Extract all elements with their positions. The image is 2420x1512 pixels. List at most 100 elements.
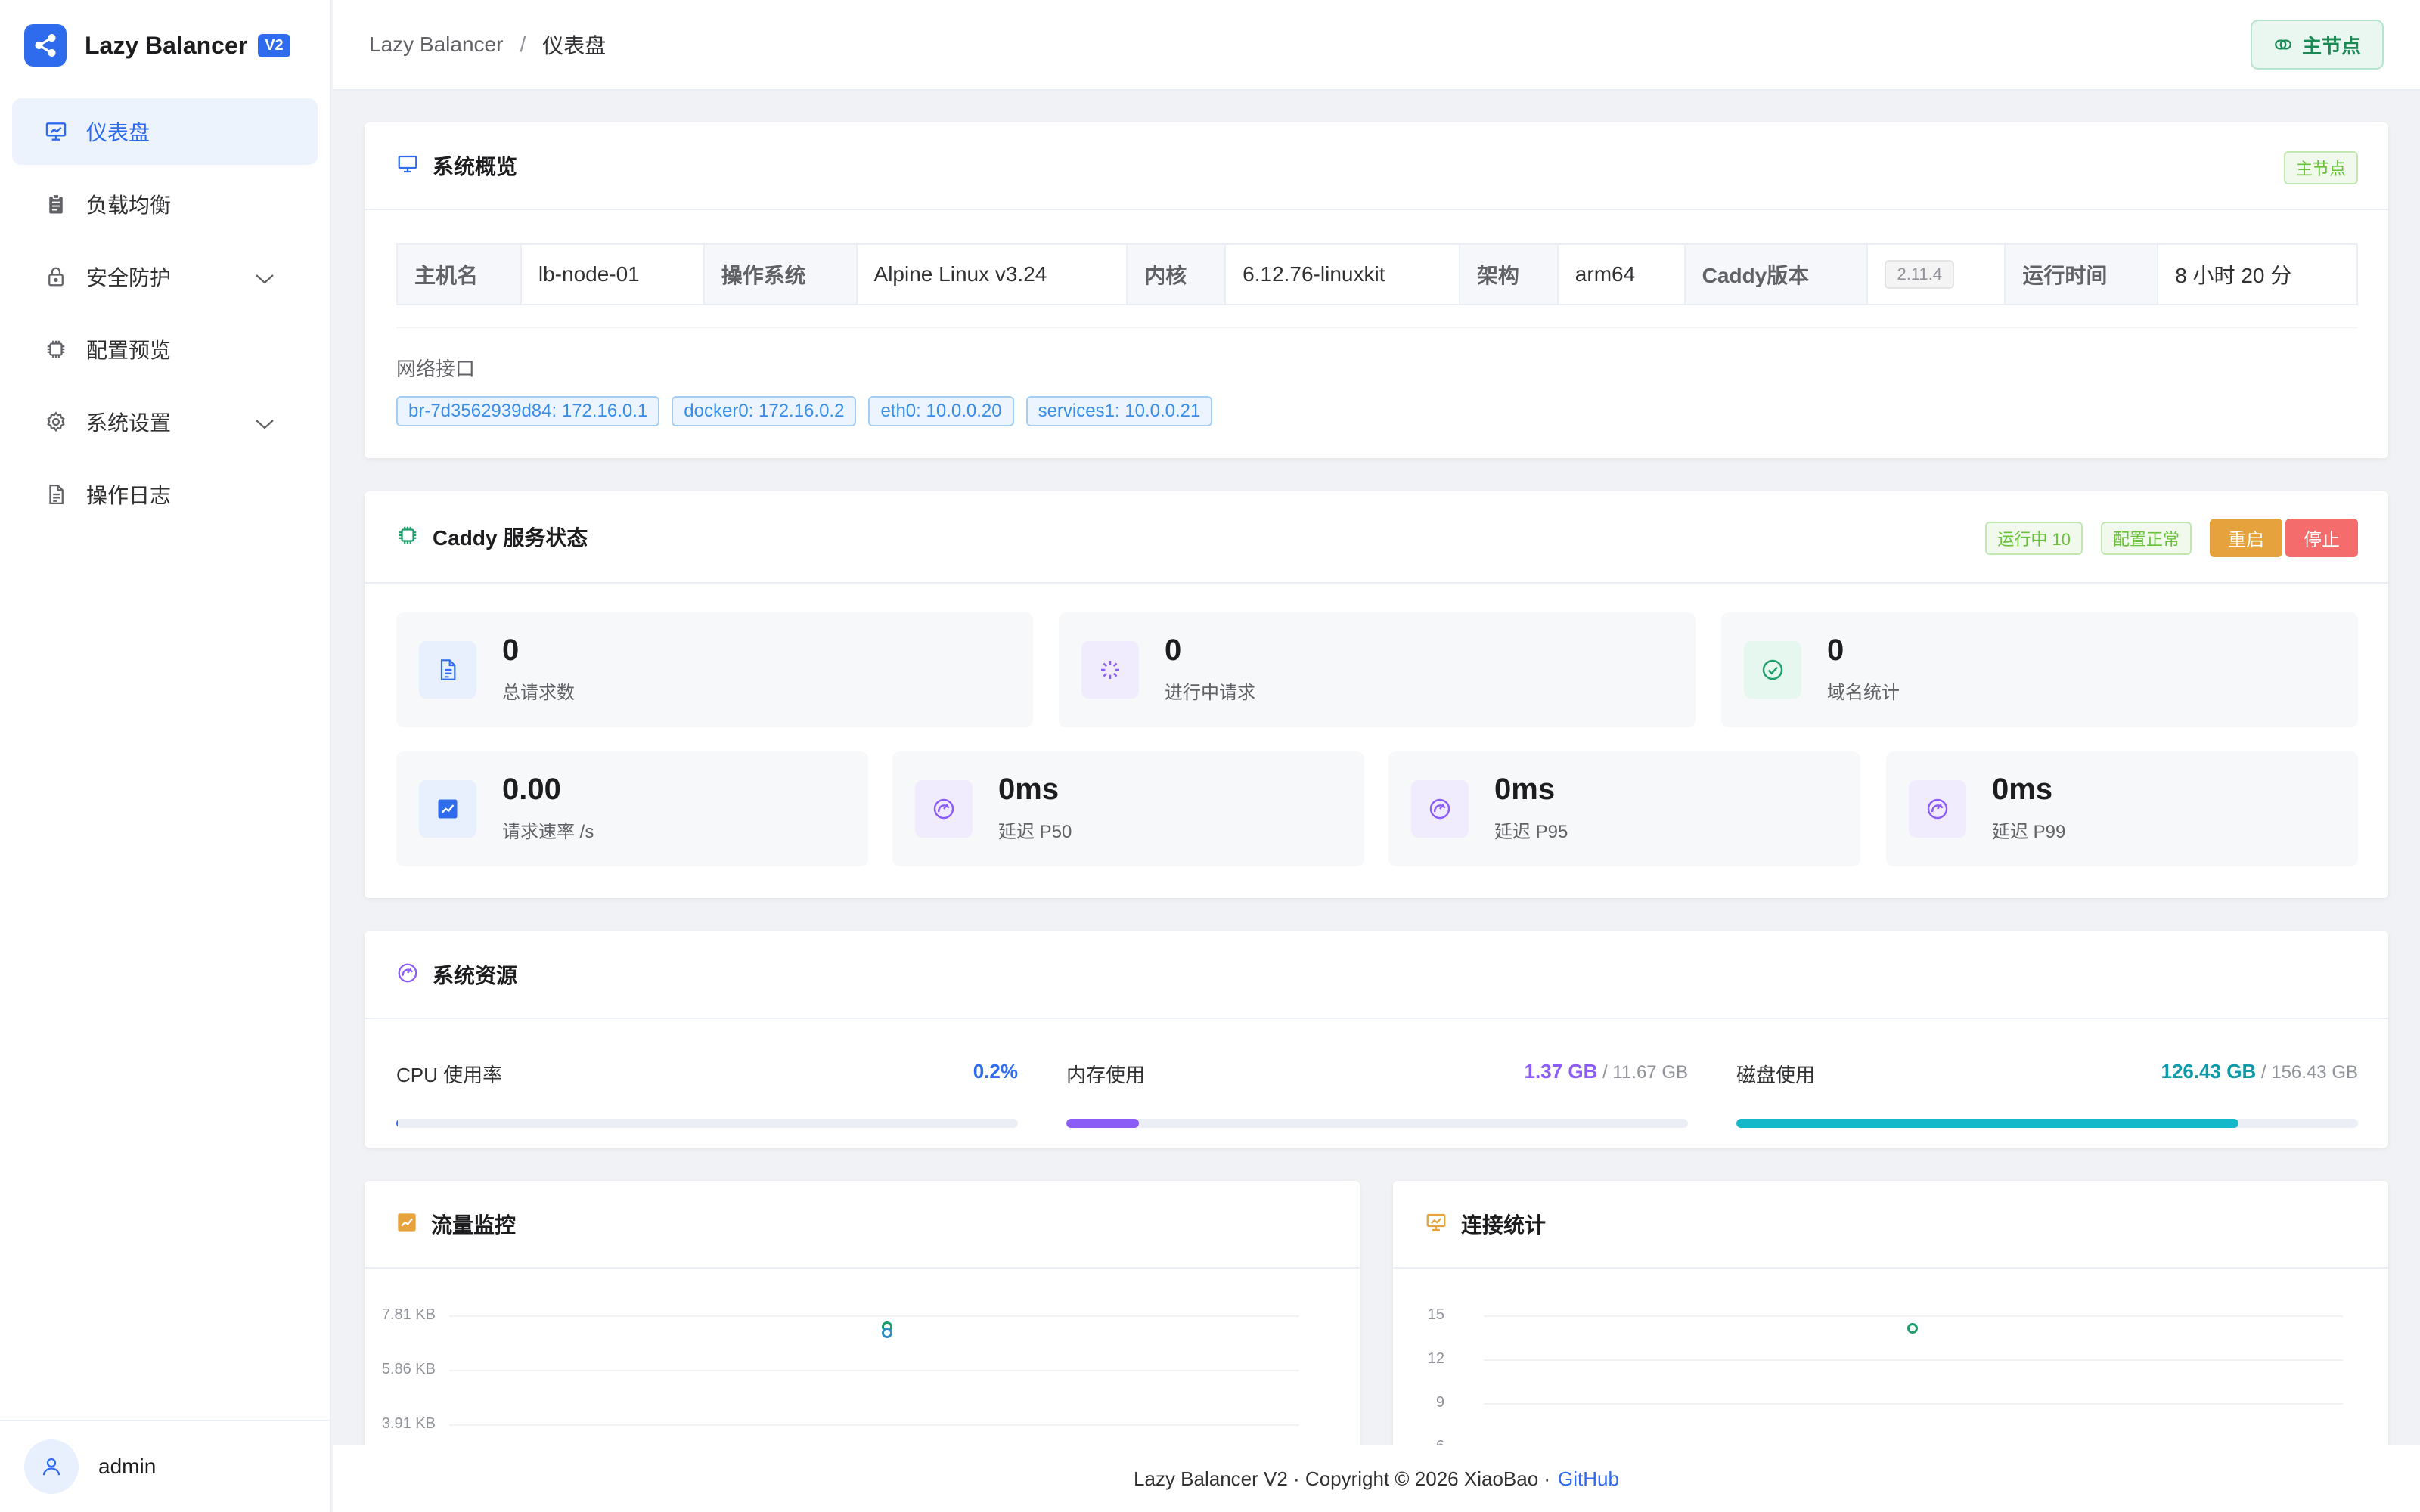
stat-domains: 0 域名统计 [1721, 612, 2358, 727]
stat-label: 进行中请求 [1165, 683, 1255, 703]
stat-value: 0 [502, 634, 520, 667]
version-badge: V2 [258, 33, 290, 57]
y-tick-label: 7.81 KB [381, 1306, 436, 1323]
chip-icon [396, 524, 419, 550]
hostname-label: 主机名 [398, 245, 522, 304]
disk-progress-fill [1736, 1119, 2239, 1128]
github-link[interactable]: GitHub [1558, 1467, 1619, 1491]
system-overview-card: 系统概览 主节点 主机名 lb-node-01 操作系统 Alpine Linu… [365, 122, 2388, 458]
card-title: 系统概览 [433, 155, 518, 178]
sidebar-item-label: 系统设置 [86, 411, 172, 435]
network-interface-tag: docker0: 172.16.0.2 [672, 396, 857, 426]
os-value: Alpine Linux v3.24 [858, 245, 1128, 304]
divider [396, 327, 2358, 328]
lock-icon [42, 263, 70, 290]
cpu-usage: CPU 使用率 0.2% [396, 1019, 1018, 1148]
share-nodes-icon [24, 24, 67, 67]
system-resources-card: 系统资源 CPU 使用率 0.2% 内存使用 1.37 GB / 11.67 G… [365, 931, 2388, 1148]
network-interfaces: br-7d3562939d84: 172.16.0.1 docker0: 172.… [396, 396, 1224, 426]
link-icon [2275, 39, 2291, 50]
grid-line [449, 1370, 1299, 1371]
gauge-icon [396, 962, 419, 988]
top-header: Lazy Balancer / 仪表盘 主节点 [333, 0, 2420, 91]
hostname-value: lb-node-01 [522, 245, 705, 304]
network-interface-tag: eth0: 10.0.0.20 [868, 396, 1014, 426]
trend-chart-icon [419, 780, 476, 838]
running-status-tag: 运行中 10 [1985, 521, 2083, 555]
stat-active-requests: 0 进行中请求 [1059, 612, 1696, 727]
arch-label: 架构 [1460, 245, 1559, 304]
brand[interactable]: Lazy Balancer V2 [0, 0, 330, 91]
stat-total-requests: 0 总请求数 [396, 612, 1033, 727]
memory-label: 内存使用 [1066, 1064, 1146, 1086]
card-header: Caddy 服务状态 运行中 10 配置正常 重启 停止 [365, 491, 2388, 584]
stat-latency-p50: 0ms 延迟 P50 [892, 751, 1364, 866]
disk-progress-bar [1736, 1119, 2358, 1128]
caddy-status-card: Caddy 服务状态 运行中 10 配置正常 重启 停止 0 总请求数 0 进行… [365, 491, 2388, 898]
y-tick-label: 3.91 KB [381, 1415, 436, 1432]
y-tick-label: 9 [1435, 1394, 1444, 1411]
card-title: Caddy 服务状态 [433, 526, 588, 550]
stat-label: 延迟 P95 [1494, 822, 1568, 842]
memory-total: / 11.67 GB [1597, 1062, 1688, 1083]
gauge-icon [915, 780, 973, 838]
sidebar: Lazy Balancer V2 仪表盘 负载均衡 安全防护 配置预览 系统设置… [0, 0, 331, 1512]
y-tick-label: 15 [1427, 1306, 1444, 1323]
gauge-icon [1411, 780, 1469, 838]
node-switch-button[interactable]: 主节点 [2250, 20, 2384, 70]
sidebar-item-config-preview[interactable]: 配置预览 [12, 316, 318, 383]
memory-progress-fill [1066, 1119, 1140, 1128]
stat-label: 总请求数 [502, 683, 575, 703]
breadcrumb-separator: / [520, 33, 526, 56]
node-button-label: 主节点 [2301, 34, 2361, 57]
stat-latency-p99: 0ms 延迟 P99 [1886, 751, 2358, 866]
grid-line [1484, 1403, 2343, 1405]
breadcrumb-root[interactable]: Lazy Balancer [369, 33, 503, 57]
sidebar-item-settings[interactable]: 系统设置 [12, 389, 318, 455]
sidebar-item-load-balance[interactable]: 负载均衡 [12, 171, 318, 237]
footer-copyright: Lazy Balancer V2 · Copyright © 2026 Xiao… [1134, 1467, 1551, 1490]
disk-total: / 156.43 GB [2256, 1062, 2358, 1083]
stat-label: 延迟 P99 [1992, 822, 2066, 842]
cpu-progress-fill [396, 1119, 398, 1128]
uptime-value: 8 小时 20 分 [2175, 264, 2292, 287]
resource-meters: CPU 使用率 0.2% 内存使用 1.37 GB / 11.67 GB 磁盘使… [396, 1019, 2358, 1148]
chevron-down-icon[interactable] [254, 268, 275, 292]
card-header: 流量监控 [365, 1181, 1360, 1269]
monitor-icon [396, 153, 419, 179]
stat-value: 0ms [1992, 773, 2053, 806]
stat-value: 0 [1165, 634, 1182, 667]
cpu-label: CPU 使用率 [396, 1064, 503, 1086]
card-title: 连接统计 [1461, 1213, 1547, 1237]
sidebar-item-label: 操作日志 [86, 484, 172, 507]
card-header: 系统资源 [365, 931, 2388, 1019]
user-name: admin [98, 1455, 157, 1478]
data-point [1907, 1323, 1918, 1334]
document-icon [419, 641, 476, 699]
user-profile[interactable]: admin [0, 1420, 330, 1512]
restart-button[interactable]: 重启 [2210, 519, 2282, 557]
avatar[interactable] [24, 1439, 79, 1494]
sidebar-item-operation-log[interactable]: 操作日志 [12, 461, 318, 528]
stat-value: 0.00 [502, 773, 561, 806]
disk-used: 126.43 GB [2161, 1060, 2257, 1083]
stop-button[interactable]: 停止 [2285, 519, 2358, 557]
card-header: 连接统计 [1393, 1181, 2388, 1269]
grid-line [1484, 1315, 2343, 1317]
card-title: 系统资源 [433, 964, 518, 987]
data-point [882, 1328, 892, 1338]
sidebar-menu: 仪表盘 负载均衡 安全防护 配置预览 系统设置 操作日志 [0, 91, 330, 541]
stat-label: 请求速率 /s [502, 822, 594, 842]
system-info-table: 主机名 lb-node-01 操作系统 Alpine Linux v3.24 内… [396, 243, 2358, 305]
os-label: 操作系统 [704, 245, 858, 304]
stat-latency-p95: 0ms 延迟 P95 [1388, 751, 1860, 866]
caddy-actions: 运行中 10 配置正常 重启 停止 [1985, 519, 2358, 557]
chevron-down-icon[interactable] [254, 413, 275, 437]
sidebar-item-security[interactable]: 安全防护 [12, 243, 318, 310]
grid-line [1484, 1359, 2343, 1361]
stat-value: 0 [1827, 634, 1844, 667]
document-icon [42, 481, 70, 508]
node-tag: 主节点 [2283, 151, 2358, 184]
app-name: Lazy Balancer [85, 31, 248, 59]
sidebar-item-dashboard[interactable]: 仪表盘 [12, 98, 318, 165]
